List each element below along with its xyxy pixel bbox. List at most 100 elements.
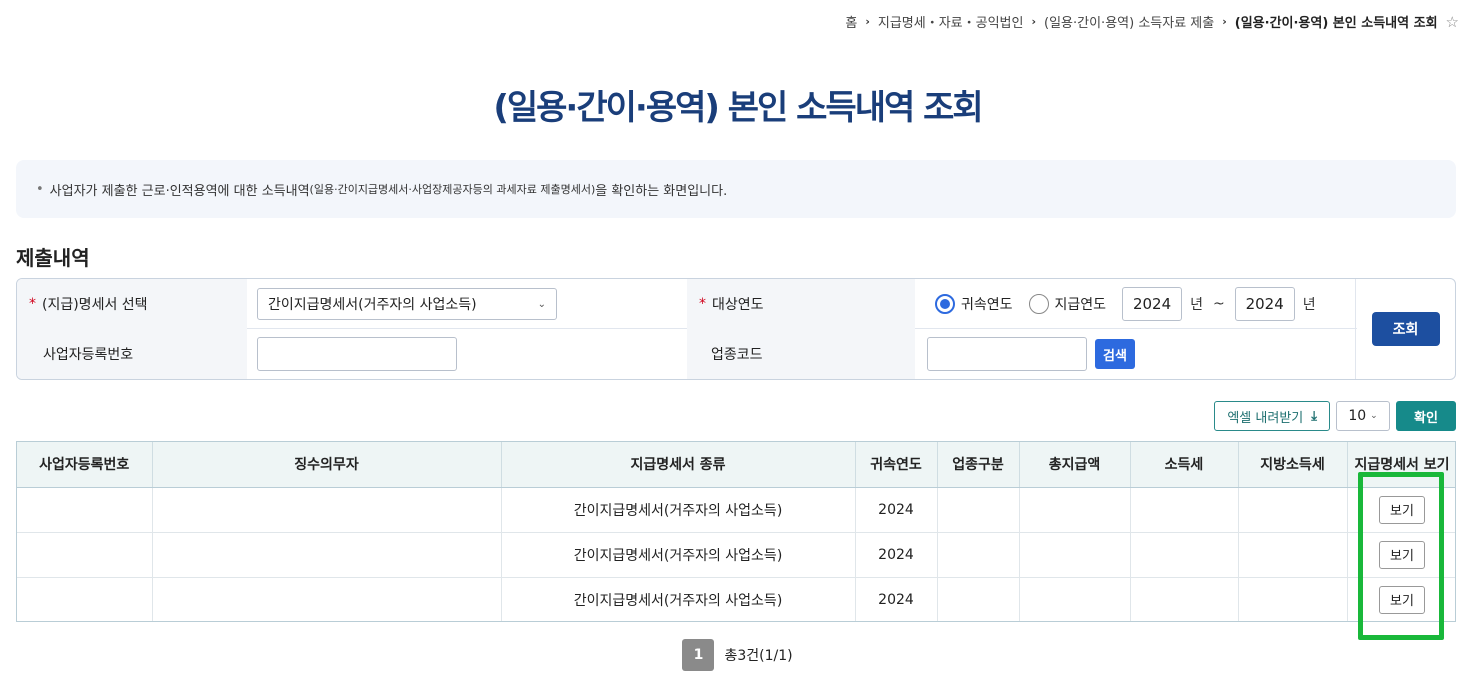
statement-cell: 간이지급명세서(거주자의 사업소득) ⌄ [257,279,557,329]
radio-payment-label: 지급연도 [1054,297,1107,313]
query-button-area: 조회 [1355,279,1455,379]
year-unit: 년 [1302,297,1316,313]
cell-industry [937,532,1020,578]
table-header-row: 사업자등록번호 징수의무자 지급명세서 종류 귀속연도 업종구분 총지급액 소득… [17,442,1455,488]
view-button[interactable]: 보기 [1379,540,1425,569]
page-title: (일용·간이·용역) 본인 소득내역 조회 [493,88,983,128]
cell-total [1019,532,1131,578]
year-unit: 년 [1190,297,1203,313]
section-title: 제출내역 [16,246,90,270]
year-to-input[interactable]: 2024 [1234,287,1295,321]
table-row: 간이지급명세서(거주자의 사업소득) 2024 보기 [17,532,1455,578]
industry-search-button[interactable]: 검색 [1095,339,1135,369]
radio-attribution-label: 귀속연도 [961,297,1013,313]
cell-total [1019,487,1131,533]
confirm-button[interactable]: 확인 [1396,401,1456,431]
table-row: 간이지급명세서(거주자의 사업소득) 2024 보기 [17,577,1455,621]
cell-type: 간이지급명세서(거주자의 사업소득) [501,577,856,621]
industry-input[interactable] [927,337,1087,371]
cell-total [1019,577,1131,621]
cell-bizno [17,532,153,578]
view-button[interactable]: 보기 [1379,495,1425,524]
cell-type: 간이지급명세서(거주자의 사업소득) [501,487,856,533]
chevron-down-icon: ⌄ [1370,411,1378,421]
search-form: * (지급)명세서 선택 간이지급명세서(거주자의 사업소득) ⌄ * 대상연도… [16,278,1456,380]
cell-bizno [17,577,153,621]
cell-year: 2024 [855,577,938,621]
col-header-year: 귀속연도 [855,442,938,488]
statement-select-value: 간이지급명세서(거주자의 사업소득) [268,297,477,313]
cell-industry [937,577,1020,621]
cell-payer [152,577,502,621]
table-row: 간이지급명세서(거주자의 사업소득) 2024 보기 [17,487,1455,533]
year-label-text: 대상연도 [712,297,764,313]
cell-tax [1130,532,1239,578]
cell-tax [1130,487,1239,533]
bizno-input[interactable] [257,337,457,371]
radio-unchecked-icon [1028,294,1049,314]
table-toolbar: 엑셀 내려받기 ⤓ 10 ⌄ 확인 [1214,401,1456,431]
page-size-value: 10 [1348,408,1367,424]
col-header-local-tax: 지방소득세 [1238,442,1348,488]
breadcrumb-item-submission[interactable]: (일용·간이·용역) 소득자료 제출 [1044,12,1214,31]
breadcrumb: 홈 › 지급명세・자료・공익법인 › (일용·간이·용역) 소득자료 제출 › … [845,12,1459,32]
bullet-icon: • [36,181,44,197]
required-icon: * [29,296,36,312]
year-cell: 귀속연도 지급연도 2024 년 ~ 2024 년 [935,279,1326,329]
cell-industry [937,487,1020,533]
year-from-input[interactable]: 2024 [1122,287,1183,321]
col-header-tax: 소득세 [1130,442,1239,488]
chevron-right-icon: › [1222,15,1227,28]
col-header-total: 총지급액 [1019,442,1131,488]
excel-download-button[interactable]: 엑셀 내려받기 ⤓ [1214,401,1330,431]
excel-download-label: 엑셀 내려받기 [1227,410,1304,426]
industry-label: 업종코드 [687,329,915,379]
radio-payment-year[interactable]: 지급연도 [1028,294,1107,314]
cell-year: 2024 [855,487,938,533]
bizno-cell [257,329,457,379]
cell-local-tax [1238,487,1348,533]
col-header-payer: 징수의무자 [152,442,502,488]
star-icon[interactable]: ☆ [1446,13,1459,31]
notice-box: • 사업자가 제출한 근로·인적용역에 대한 소득내역 (일용·간이지급명세서·사… [16,160,1456,218]
breadcrumb-item-statements[interactable]: 지급명세・자료・공익법인 [878,12,1024,31]
breadcrumb-home[interactable]: 홈 [845,12,857,31]
chevron-down-icon: ⌄ [537,298,546,310]
statement-label: * (지급)명세서 선택 [17,279,247,329]
cell-view: 보기 [1347,487,1455,533]
cell-payer [152,487,502,533]
cell-year: 2024 [855,532,938,578]
cell-tax [1130,577,1239,621]
search-row-2: 사업자등록번호 업종코드 검색 [17,329,1357,379]
total-count: 총3건(1/1) [724,648,793,664]
results-table: 사업자등록번호 징수의무자 지급명세서 종류 귀속연도 업종구분 총지급액 소득… [16,441,1456,622]
search-row-1: * (지급)명세서 선택 간이지급명세서(거주자의 사업소득) ⌄ * 대상연도… [17,279,1357,329]
chevron-right-icon: › [865,15,870,28]
radio-attribution-year[interactable]: 귀속연도 [935,294,1013,314]
page-number-button[interactable]: 1 [682,639,715,671]
col-header-view: 지급명세서 보기 [1347,442,1455,488]
cell-type: 간이지급명세서(거주자의 사업소득) [501,532,856,578]
col-header-bizno: 사업자등록번호 [17,442,153,488]
cell-bizno [17,487,153,533]
page-size-select[interactable]: 10 ⌄ [1336,401,1390,431]
statement-label-text: (지급)명세서 선택 [42,297,148,313]
required-icon: * [699,296,706,312]
statement-select[interactable]: 간이지급명세서(거주자의 사업소득) ⌄ [257,288,557,320]
tilde: ~ [1212,296,1225,312]
industry-cell: 검색 [927,329,1135,379]
breadcrumb-item-current: (일용·간이·용역) 본인 소득내역 조회 [1234,16,1438,31]
query-button[interactable]: 조회 [1371,312,1440,346]
bizno-label: 사업자등록번호 [17,329,247,379]
download-icon: ⤓ [1311,408,1317,424]
cell-view: 보기 [1347,577,1455,621]
cell-payer [152,532,502,578]
notice-text-end: 을 확인하는 화면입니다. [595,183,728,199]
cell-view: 보기 [1347,532,1455,578]
cell-local-tax [1238,532,1348,578]
pagination: 1 총3건(1/1) [0,639,1475,671]
notice-text-main: 사업자가 제출한 근로·인적용역에 대한 소득내역 [49,183,310,199]
view-button[interactable]: 보기 [1379,585,1425,614]
chevron-right-icon: › [1031,15,1037,28]
cell-local-tax [1238,577,1348,621]
